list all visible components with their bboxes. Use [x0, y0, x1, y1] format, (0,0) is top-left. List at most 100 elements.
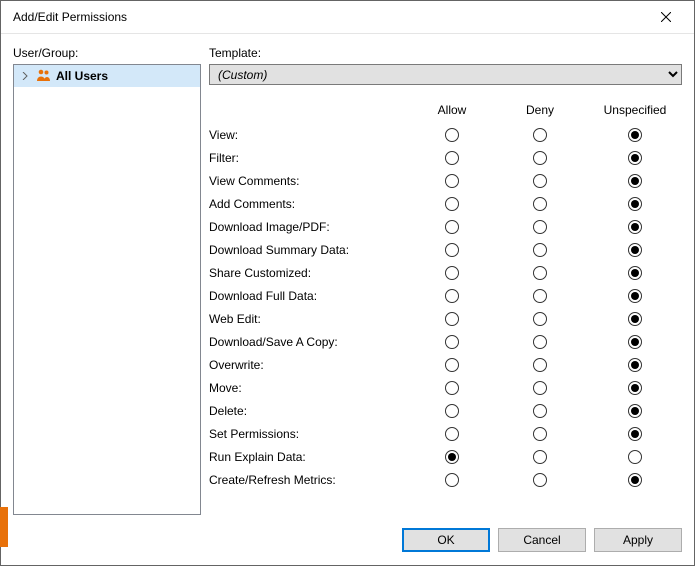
column-header-deny: Deny	[492, 103, 588, 117]
user-group-tree[interactable]: All Users	[13, 64, 201, 515]
radio-deny[interactable]	[533, 381, 547, 395]
radio-unspec[interactable]	[628, 358, 642, 372]
radio-deny[interactable]	[533, 151, 547, 165]
close-button[interactable]	[646, 3, 686, 31]
permission-name: Run Explain Data:	[209, 450, 412, 464]
permission-name: Download Full Data:	[209, 289, 412, 303]
permission-name: Add Comments:	[209, 197, 412, 211]
radio-allow[interactable]	[445, 151, 459, 165]
radio-deny[interactable]	[533, 197, 547, 211]
radio-allow[interactable]	[445, 404, 459, 418]
radio-deny[interactable]	[533, 243, 547, 257]
radio-unspec[interactable]	[628, 335, 642, 349]
radio-allow[interactable]	[445, 335, 459, 349]
radio-deny[interactable]	[533, 128, 547, 142]
radio-deny[interactable]	[533, 450, 547, 464]
permission-row: Create/Refresh Metrics:	[209, 468, 682, 491]
permission-name: Download/Save A Copy:	[209, 335, 412, 349]
permission-row: Add Comments:	[209, 192, 682, 215]
permission-name: Download Summary Data:	[209, 243, 412, 257]
permission-row: Run Explain Data:	[209, 445, 682, 468]
radio-allow[interactable]	[445, 312, 459, 326]
user-group-label: User/Group:	[13, 46, 201, 60]
permission-row: Delete:	[209, 399, 682, 422]
column-header-unspec: Unspecified	[588, 103, 682, 117]
permission-row: Web Edit:	[209, 307, 682, 330]
permission-row: Download/Save A Copy:	[209, 330, 682, 353]
permissions-header: Allow Deny Unspecified	[209, 103, 682, 117]
column-header-allow: Allow	[412, 103, 492, 117]
radio-deny[interactable]	[533, 404, 547, 418]
radio-allow[interactable]	[445, 289, 459, 303]
permission-name: Download Image/PDF:	[209, 220, 412, 234]
title-bar: Add/Edit Permissions	[1, 1, 694, 34]
permission-row: View Comments:	[209, 169, 682, 192]
radio-unspec[interactable]	[628, 174, 642, 188]
radio-unspec[interactable]	[628, 289, 642, 303]
permissions-dialog: Add/Edit Permissions User/Group: All Use…	[0, 0, 695, 566]
dialog-footer: OK Cancel Apply	[1, 515, 694, 565]
radio-allow[interactable]	[445, 174, 459, 188]
radio-allow[interactable]	[445, 266, 459, 280]
template-label: Template:	[209, 46, 682, 60]
radio-allow[interactable]	[445, 381, 459, 395]
chevron-right-icon[interactable]	[18, 69, 32, 83]
radio-deny[interactable]	[533, 174, 547, 188]
radio-unspec[interactable]	[628, 381, 642, 395]
cancel-button[interactable]: Cancel	[498, 528, 586, 552]
user-group-panel: User/Group: All Users	[13, 46, 201, 515]
permission-name: View Comments:	[209, 174, 412, 188]
template-select[interactable]: (Custom)	[209, 64, 682, 85]
apply-button[interactable]: Apply	[594, 528, 682, 552]
radio-deny[interactable]	[533, 289, 547, 303]
permission-row: Overwrite:	[209, 353, 682, 376]
permission-row: Set Permissions:	[209, 422, 682, 445]
radio-allow[interactable]	[445, 473, 459, 487]
radio-unspec[interactable]	[628, 404, 642, 418]
radio-unspec[interactable]	[628, 450, 642, 464]
dialog-body: User/Group: All Users Template: (Custom)	[1, 34, 694, 515]
permissions-panel: Template: (Custom) Allow Deny Unspecifie…	[209, 46, 682, 515]
radio-allow[interactable]	[445, 243, 459, 257]
radio-unspec[interactable]	[628, 312, 642, 326]
radio-deny[interactable]	[533, 335, 547, 349]
permission-name: Delete:	[209, 404, 412, 418]
permission-row: Download Full Data:	[209, 284, 682, 307]
permission-row: Share Customized:	[209, 261, 682, 284]
permission-name: Move:	[209, 381, 412, 395]
users-icon	[36, 68, 52, 85]
radio-unspec[interactable]	[628, 427, 642, 441]
radio-deny[interactable]	[533, 358, 547, 372]
radio-allow[interactable]	[445, 197, 459, 211]
permission-row: Filter:	[209, 146, 682, 169]
radio-unspec[interactable]	[628, 266, 642, 280]
radio-unspec[interactable]	[628, 128, 642, 142]
radio-allow[interactable]	[445, 427, 459, 441]
permission-name: Overwrite:	[209, 358, 412, 372]
radio-allow[interactable]	[445, 220, 459, 234]
radio-allow[interactable]	[445, 128, 459, 142]
radio-unspec[interactable]	[628, 220, 642, 234]
radio-unspec[interactable]	[628, 243, 642, 257]
tree-item-all-users[interactable]: All Users	[14, 65, 200, 87]
permission-row: Download Summary Data:	[209, 238, 682, 261]
radio-deny[interactable]	[533, 427, 547, 441]
radio-unspec[interactable]	[628, 473, 642, 487]
permission-row: View:	[209, 123, 682, 146]
radio-unspec[interactable]	[628, 151, 642, 165]
radio-unspec[interactable]	[628, 197, 642, 211]
permission-name: View:	[209, 128, 412, 142]
accent-strip	[0, 507, 8, 547]
radio-deny[interactable]	[533, 266, 547, 280]
permission-name: Set Permissions:	[209, 427, 412, 441]
radio-allow[interactable]	[445, 358, 459, 372]
permission-name: Filter:	[209, 151, 412, 165]
tree-item-label: All Users	[56, 69, 108, 83]
permission-name: Web Edit:	[209, 312, 412, 326]
radio-allow[interactable]	[445, 450, 459, 464]
radio-deny[interactable]	[533, 312, 547, 326]
close-icon	[661, 12, 671, 22]
radio-deny[interactable]	[533, 220, 547, 234]
ok-button[interactable]: OK	[402, 528, 490, 552]
radio-deny[interactable]	[533, 473, 547, 487]
